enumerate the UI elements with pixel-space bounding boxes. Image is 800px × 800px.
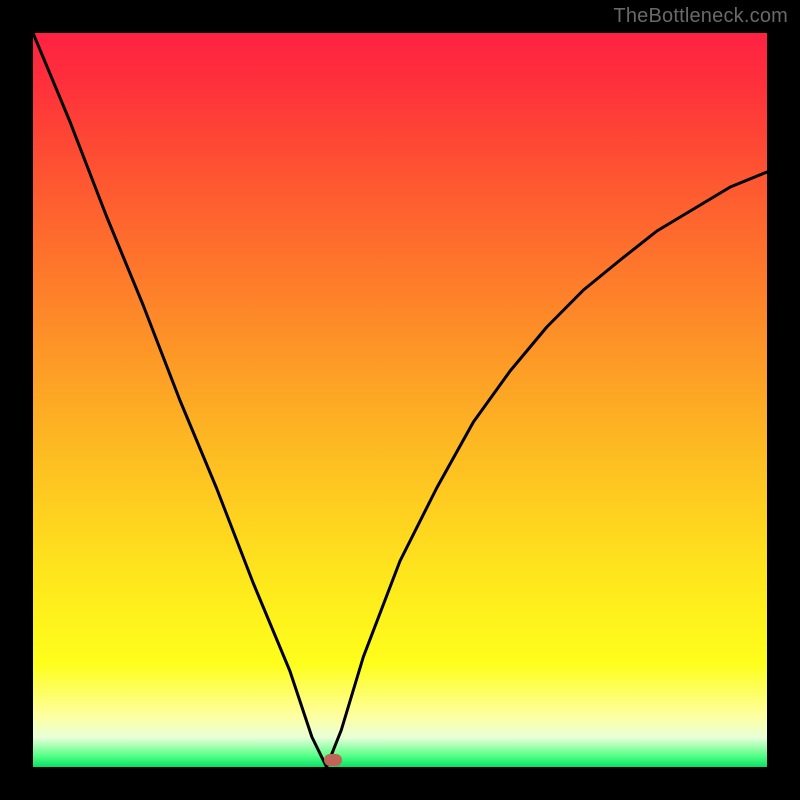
- chart-frame: TheBottleneck.com: [0, 0, 800, 800]
- bottleneck-curve: [33, 33, 767, 767]
- plot-area: [33, 33, 767, 767]
- watermark-text: TheBottleneck.com: [613, 5, 788, 28]
- optimal-marker: [324, 754, 342, 766]
- curve-path: [33, 33, 767, 767]
